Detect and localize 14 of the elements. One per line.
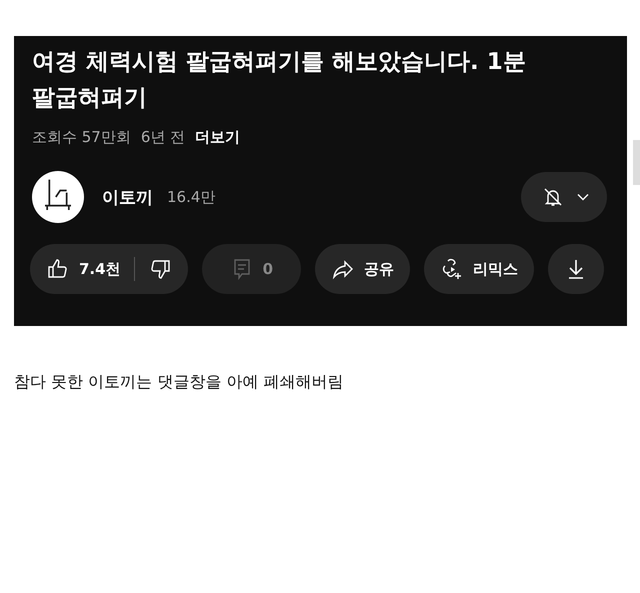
remix-button[interactable]: 리믹스 (424, 244, 534, 294)
channel-avatar[interactable] (32, 171, 84, 223)
caption-text: 참다 못한 이토끼는 댓글창을 아예 폐쇄해버림 (14, 372, 344, 393)
video-title: 여경 체력시험 팔굽혀펴기를 해보았습니다. 1분 팔굽혀펴기 (32, 48, 527, 113)
more-link[interactable]: 더보기 (195, 128, 240, 147)
upload-age: 6년 전 (140, 128, 186, 147)
view-count: 조회수 57만회 (32, 128, 131, 147)
download-button[interactable] (548, 244, 604, 294)
like-button[interactable]: 7.4천 (30, 244, 188, 294)
notification-button[interactable] (521, 172, 607, 222)
share-button[interactable]: 공유 (315, 244, 410, 294)
scrollbar-thumb[interactable] (633, 140, 640, 185)
subscriber-count: 16.4만 (167, 188, 216, 206)
channel-name[interactable]: 이토끼 (102, 186, 153, 208)
